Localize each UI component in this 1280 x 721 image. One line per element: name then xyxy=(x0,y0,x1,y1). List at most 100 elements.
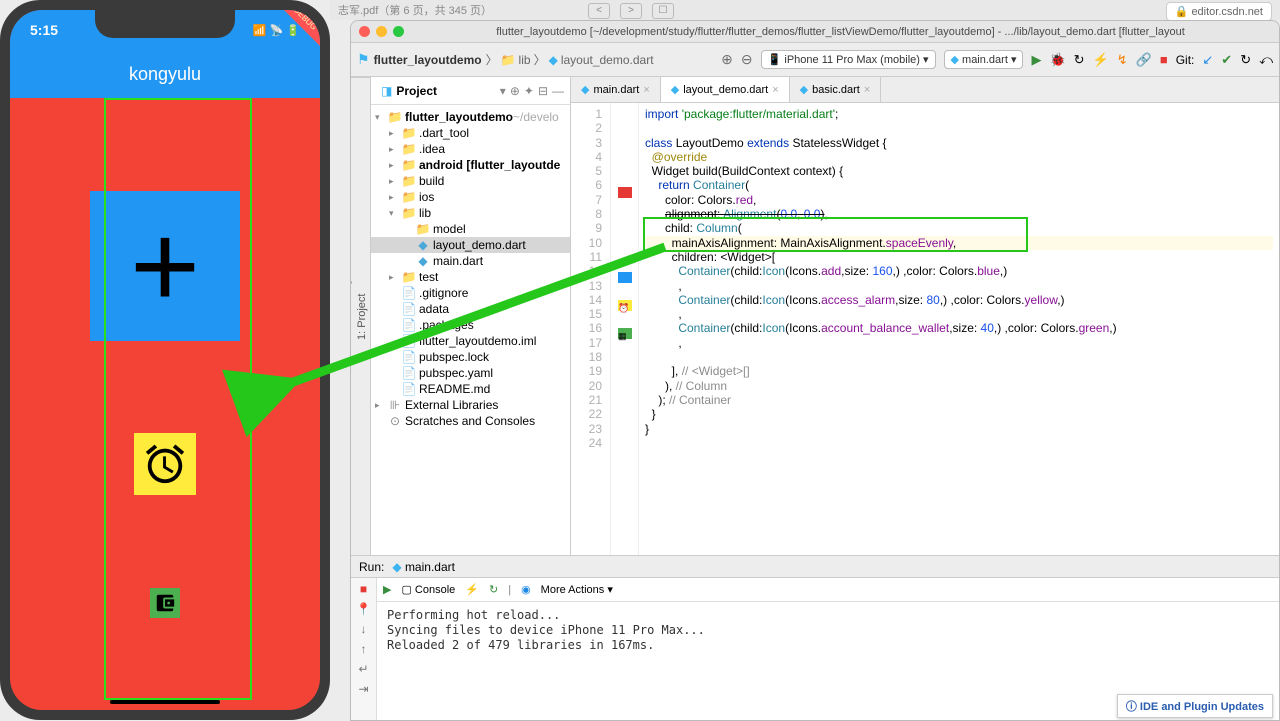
editor-tab[interactable]: ◆main.dart× xyxy=(571,77,661,102)
stop-run-button[interactable]: ■ xyxy=(360,582,367,596)
ide-update-notice[interactable]: ⓘ IDE and Plugin Updates xyxy=(1117,694,1273,718)
run-config-selector[interactable]: ◆ main.dart ▾ xyxy=(944,50,1024,69)
pin-button[interactable]: 📍 xyxy=(356,602,371,616)
app-bar: kongyulu xyxy=(10,50,320,98)
phone-notch xyxy=(95,10,235,38)
scroll-end-button[interactable]: ⇥ xyxy=(358,682,368,696)
app-body: + xyxy=(10,98,320,710)
tree-item[interactable]: ▸📁.dart_tool xyxy=(371,125,570,141)
hot-reload-button[interactable]: ↯ xyxy=(1117,52,1128,68)
zoom-window-button[interactable] xyxy=(393,26,404,37)
coverage-button[interactable]: ↻ xyxy=(1074,52,1085,68)
breadcrumb[interactable]: 〉📁 lib 〉◆ layout_demo.dart xyxy=(486,51,654,68)
tree-item[interactable]: ▸📁ios xyxy=(371,189,570,205)
tree-item[interactable]: 📄adata xyxy=(371,301,570,317)
gutter-marker: ▦ xyxy=(618,328,632,339)
close-tab-icon[interactable]: × xyxy=(864,84,870,96)
profile-button[interactable]: ⚡ xyxy=(1093,52,1109,68)
select-opened-button[interactable]: ⊕ xyxy=(510,84,520,98)
tree-item[interactable]: 📄README.md xyxy=(371,381,570,397)
tree-item[interactable]: 📄flutter_layoutdemo.iml xyxy=(371,333,570,349)
run-side-toolbar: ■ 📍 ↓ ↑ ↵ ⇥ xyxy=(351,578,377,720)
code-area[interactable]: import 'package:flutter/material.dart'; … xyxy=(639,103,1279,555)
address-bar[interactable]: 🔒 editor.csdn.net xyxy=(1166,2,1272,21)
tree-item[interactable]: ⊙Scratches and Consoles xyxy=(371,413,570,429)
nav-back-button[interactable]: < xyxy=(588,3,610,19)
editor-area: ◆main.dart×◆layout_demo.dart×◆basic.dart… xyxy=(571,77,1279,555)
soft-wrap-button[interactable]: ↵ xyxy=(358,662,368,676)
expand-all-button[interactable]: ✦ xyxy=(524,84,534,98)
close-window-button[interactable] xyxy=(359,26,370,37)
rail-resource-manager[interactable]: Resource Manager xyxy=(351,77,354,555)
git-revert-button[interactable]: ⤺ xyxy=(1259,52,1273,68)
home-indicator xyxy=(110,700,220,704)
code-editor[interactable]: 123456789101112131415161718192021222324 … xyxy=(571,103,1279,555)
remove-config-button[interactable]: ⊖ xyxy=(741,51,753,68)
run-button[interactable]: ▶ xyxy=(1031,52,1041,68)
wallet-icon xyxy=(154,592,176,614)
app-title: kongyulu xyxy=(129,64,201,85)
run-config-name[interactable]: ◆ main.dart xyxy=(392,560,455,574)
project-panel: ◨ Project▾ ⊕ ✦ ⊟ — ▾📁flutter_layoutdemo … xyxy=(371,77,571,555)
phone-screen: 5:15 📶 📡 🔋 DEBUG kongyulu + xyxy=(10,10,320,710)
tree-item[interactable]: ◆layout_demo.dart xyxy=(371,237,570,253)
rerun-button[interactable]: ▶ xyxy=(383,583,391,596)
editor-tabs: ◆main.dart×◆layout_demo.dart×◆basic.dart… xyxy=(571,77,1279,103)
project-icon: ◨ xyxy=(381,84,392,98)
minimize-window-button[interactable] xyxy=(376,26,387,37)
editor-tab[interactable]: ◆basic.dart× xyxy=(790,77,882,102)
tree-item[interactable]: ▾📁lib xyxy=(371,205,570,221)
gutter-marker xyxy=(618,187,632,198)
project-panel-label[interactable]: Project xyxy=(396,84,499,98)
iphone-simulator: 5:15 📶 📡 🔋 DEBUG kongyulu + xyxy=(0,0,330,720)
more-actions-dropdown[interactable]: More Actions ▾ xyxy=(541,583,613,596)
sidebar-toggle-button[interactable]: ☐ xyxy=(652,3,674,19)
line-gutter: 123456789101112131415161718192021222324 xyxy=(571,103,611,555)
hot-reload-icon[interactable]: ⚡ xyxy=(465,583,479,596)
tree-item[interactable]: 📄.gitignore xyxy=(371,285,570,301)
close-tab-icon[interactable]: × xyxy=(772,84,778,96)
editor-tab[interactable]: ◆layout_demo.dart× xyxy=(661,77,790,102)
debug-button[interactable]: 🐞 xyxy=(1049,52,1065,68)
attach-button[interactable]: 🔗 xyxy=(1136,52,1152,68)
tree-item[interactable]: ◆main.dart xyxy=(371,253,570,269)
close-tab-icon[interactable]: × xyxy=(643,84,649,96)
tree-item[interactable]: ▾📁flutter_layoutdemo ~/develo xyxy=(371,109,570,125)
tree-item[interactable]: 📄pubspec.lock xyxy=(371,349,570,365)
down-button[interactable]: ↓ xyxy=(361,622,367,636)
collapse-button[interactable]: ⊟ xyxy=(538,84,548,98)
rail--project[interactable]: 1: Project xyxy=(354,77,370,555)
tree-item[interactable]: 📁model xyxy=(371,221,570,237)
tree-item[interactable]: ▸📁.idea xyxy=(371,141,570,157)
tree-item[interactable]: ▸📁test xyxy=(371,269,570,285)
git-label: Git: xyxy=(1176,53,1195,67)
stop-button[interactable]: ■ xyxy=(1160,52,1168,67)
git-history-button[interactable]: ↻ xyxy=(1240,52,1251,68)
left-tool-rail: 1: ProjectResource ManagerLayout Capture… xyxy=(351,77,371,555)
nav-fwd-button[interactable]: > xyxy=(620,3,642,19)
device-selector[interactable]: 📱 iPhone 11 Pro Max (mobile) ▾ xyxy=(761,50,936,69)
git-update-button[interactable]: ↙ xyxy=(1202,52,1213,68)
url-text: editor.csdn.net xyxy=(1191,6,1263,18)
tree-item[interactable]: ▸⊪External Libraries xyxy=(371,397,570,413)
tree-item[interactable]: ▸📁android [flutter_layoutde xyxy=(371,157,570,173)
up-button[interactable]: ↑ xyxy=(361,642,367,656)
main-toolbar: ⚑ flutter_layoutdemo 〉📁 lib 〉◆ layout_de… xyxy=(351,43,1279,77)
run-label: Run: xyxy=(359,560,384,574)
project-tree[interactable]: ▾📁flutter_layoutdemo ~/develo▸📁.dart_too… xyxy=(371,105,570,555)
console-tabs: ▶ ▢ Console ⚡ ↻ | ◉ More Actions ▾ xyxy=(377,578,1279,602)
git-commit-button[interactable]: ✔ xyxy=(1221,52,1232,68)
debug-banner: DEBUG xyxy=(284,10,320,46)
tree-item[interactable]: 📄.packages xyxy=(371,317,570,333)
flutter-icon: ⚑ xyxy=(357,51,370,68)
main-split: 1: ProjectResource ManagerLayout Capture… xyxy=(351,77,1279,555)
gutter-markers: ⏰▦ xyxy=(611,103,639,555)
tree-item[interactable]: 📄pubspec.yaml xyxy=(371,365,570,381)
tree-item[interactable]: ▸📁build xyxy=(371,173,570,189)
hide-panel-button[interactable]: — xyxy=(552,84,564,98)
breadcrumb-project[interactable]: flutter_layoutdemo xyxy=(374,53,482,67)
devtools-icon[interactable]: ◉ xyxy=(521,583,531,596)
console-tab[interactable]: ▢ Console xyxy=(401,583,455,596)
add-config-button[interactable]: ⊕ xyxy=(721,51,733,68)
hot-restart-icon[interactable]: ↻ xyxy=(489,583,498,596)
